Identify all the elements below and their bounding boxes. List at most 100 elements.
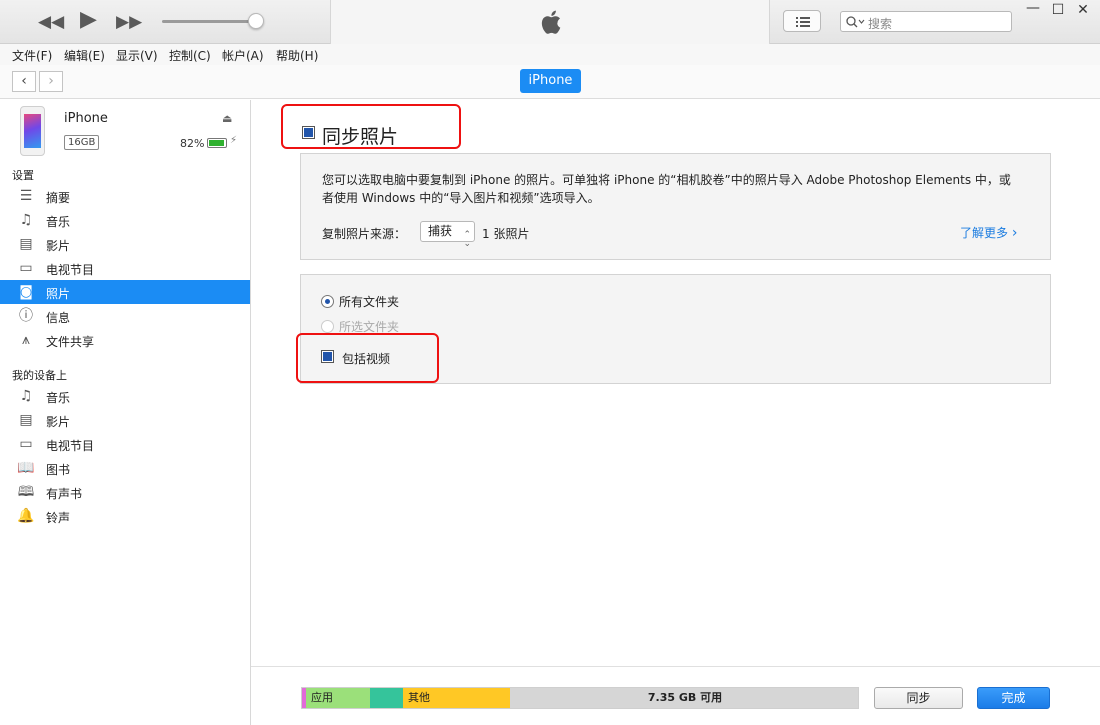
battery-percent: 82% — [180, 137, 205, 150]
volume-slider[interactable] — [162, 20, 258, 23]
playback-controls: ◀◀ ▶ ▶▶ — [0, 0, 330, 44]
menu-edit[interactable]: 编辑(E) — [64, 47, 105, 64]
sidebar-item-device-music[interactable]: ♫ 音乐 — [0, 384, 250, 408]
settings-header: 设置 — [12, 169, 34, 182]
close-icon[interactable]: ✕ — [1071, 2, 1095, 18]
sidebar-item-summary[interactable]: ☰ 摘要 — [0, 184, 250, 208]
sync-photos-title: 同步照片 — [322, 126, 399, 148]
menu-help[interactable]: 帮助(H) — [276, 47, 318, 64]
up-next-button[interactable] — [783, 10, 821, 32]
sidebar-item-label: 影片 — [46, 415, 71, 429]
storage-segment-free: 7.35 GB 可用 — [510, 688, 858, 708]
list-icon — [796, 17, 810, 27]
sidebar-item-label: 图书 — [46, 463, 71, 477]
search-input[interactable]: 搜索 — [840, 11, 1012, 32]
menu-controls[interactable]: 控制(C) — [169, 47, 211, 64]
all-folders-radio[interactable] — [321, 295, 334, 308]
chevron-left-icon: ‹ — [21, 73, 27, 89]
music-note-icon: ♫ — [19, 388, 33, 404]
sidebar: iPhone ⏏ 16GB 82% ⚡ 设置 ☰ 摘要 ♫ 音乐 ▤ 影片 ▭ … — [0, 100, 251, 725]
sidebar-item-label: 照片 — [46, 287, 71, 301]
sidebar-item-label: 信息 — [46, 311, 71, 325]
apple-logo-icon — [541, 10, 561, 34]
tv-icon: ▭ — [19, 436, 33, 452]
back-button[interactable]: ‹ — [12, 71, 36, 92]
sidebar-item-movies[interactable]: ▤ 影片 — [0, 232, 250, 256]
minimize-icon[interactable]: — — [1021, 0, 1045, 16]
done-button[interactable]: 完成 — [977, 687, 1050, 709]
chevron-right-icon: › — [1011, 225, 1018, 241]
sidebar-item-label: 有声书 — [46, 487, 83, 501]
rewind-icon[interactable]: ◀◀ — [38, 10, 64, 34]
sync-photos-checkbox[interactable]: ✓ — [302, 124, 315, 139]
learn-more-label: 了解更多 — [960, 226, 1009, 240]
sidebar-item-device-tones[interactable]: 🔔 铃声 — [0, 504, 250, 528]
device-name: iPhone — [64, 111, 108, 126]
storage-bar: 应用 其他 7.35 GB 可用 — [301, 687, 859, 709]
info-icon: ⓘ — [19, 308, 33, 324]
iphone-thumbnail-icon — [20, 106, 45, 156]
player-toolbar: ◀◀ ▶ ▶▶ 搜索 — ☐ ✕ — [0, 0, 1100, 44]
camera-icon: ◙ — [19, 284, 33, 300]
forward-button[interactable]: › — [39, 71, 63, 92]
photo-source-panel: 您可以选取电脑中要复制到 iPhone 的照片。可单独将 iPhone 的“相机… — [300, 153, 1051, 260]
sidebar-item-device-tv-shows[interactable]: ▭ 电视节目 — [0, 432, 250, 456]
sidebar-item-device-movies[interactable]: ▤ 影片 — [0, 408, 250, 432]
annotation-highlight — [296, 333, 439, 383]
fast-forward-icon[interactable]: ▶▶ — [116, 10, 142, 34]
sidebar-item-device-audiobooks[interactable]: 🕮 有声书 — [0, 480, 250, 504]
sidebar-item-label: 音乐 — [46, 391, 71, 405]
sidebar-item-label: 影片 — [46, 239, 71, 253]
tv-icon: ▭ — [19, 260, 33, 276]
music-note-icon: ♫ — [19, 212, 33, 228]
play-icon[interactable]: ▶ — [80, 8, 97, 32]
sidebar-item-label: 文件共享 — [46, 335, 95, 349]
menu-account[interactable]: 帐户(A) — [222, 47, 264, 64]
sidebar-item-label: 电视节目 — [46, 263, 95, 277]
chevron-up-down-icon: ⌃ ⌄ — [463, 230, 471, 249]
book-icon: 📖 — [17, 460, 35, 476]
volume-knob[interactable] — [248, 13, 264, 29]
learn-more-link[interactable]: 了解更多 › — [960, 224, 1017, 241]
search-placeholder: 搜索 — [868, 17, 893, 31]
chevron-right-icon: › — [48, 73, 54, 89]
film-icon: ▤ — [19, 412, 33, 428]
source-value: 捕获 — [428, 224, 453, 238]
bottom-bar: 应用 其他 7.35 GB 可用 同步 完成 — [251, 666, 1100, 725]
sidebar-item-info[interactable]: ⓘ 信息 — [0, 304, 250, 328]
audiobook-icon: 🕮 — [17, 484, 35, 500]
battery-icon — [207, 138, 227, 148]
photo-sync-description: 您可以选取电脑中要复制到 iPhone 的照片。可单独将 iPhone 的“相机… — [322, 173, 1011, 205]
sidebar-item-label: 电视节目 — [46, 439, 95, 453]
navigation-row: ‹ › iPhone — [0, 65, 1100, 99]
device-summary[interactable]: iPhone ⏏ 16GB 82% ⚡ — [0, 100, 250, 160]
sync-button[interactable]: 同步 — [874, 687, 963, 709]
sidebar-item-device-books[interactable]: 📖 图书 — [0, 456, 250, 480]
on-device-header: 我的设备上 — [12, 369, 67, 382]
app-store-icon: ⩚ — [22, 332, 30, 348]
maximize-icon[interactable]: ☐ — [1046, 2, 1070, 18]
selected-folders-radio[interactable] — [321, 320, 334, 333]
photo-count: 1 张照片 — [482, 227, 530, 241]
sidebar-item-tv-shows[interactable]: ▭ 电视节目 — [0, 256, 250, 280]
status-display — [330, 0, 770, 44]
all-folders-label: 所有文件夹 — [339, 295, 400, 309]
sidebar-item-music[interactable]: ♫ 音乐 — [0, 208, 250, 232]
bell-icon: 🔔 — [17, 508, 35, 524]
film-icon: ▤ — [19, 236, 33, 252]
storage-segment-other: 其他 — [403, 688, 510, 708]
capacity-badge: 16GB — [64, 135, 100, 150]
sidebar-item-photos[interactable]: ◙ 照片 — [0, 280, 250, 304]
search-icon — [846, 16, 865, 28]
menu-view[interactable]: 显示(V) — [116, 47, 158, 64]
sidebar-item-file-sharing[interactable]: ⩚ 文件共享 — [0, 328, 250, 352]
device-button[interactable]: iPhone — [520, 69, 581, 93]
charging-icon: ⚡ — [230, 135, 238, 146]
menu-file[interactable]: 文件(F) — [12, 47, 52, 64]
storage-segment-apps: 应用 — [306, 688, 370, 708]
summary-icon: ☰ — [19, 188, 33, 204]
source-label: 复制照片来源： — [322, 227, 407, 241]
eject-icon[interactable]: ⏏ — [222, 112, 232, 125]
sidebar-item-label: 铃声 — [46, 511, 71, 525]
source-select[interactable]: 捕获 ⌃ ⌄ — [420, 221, 475, 249]
